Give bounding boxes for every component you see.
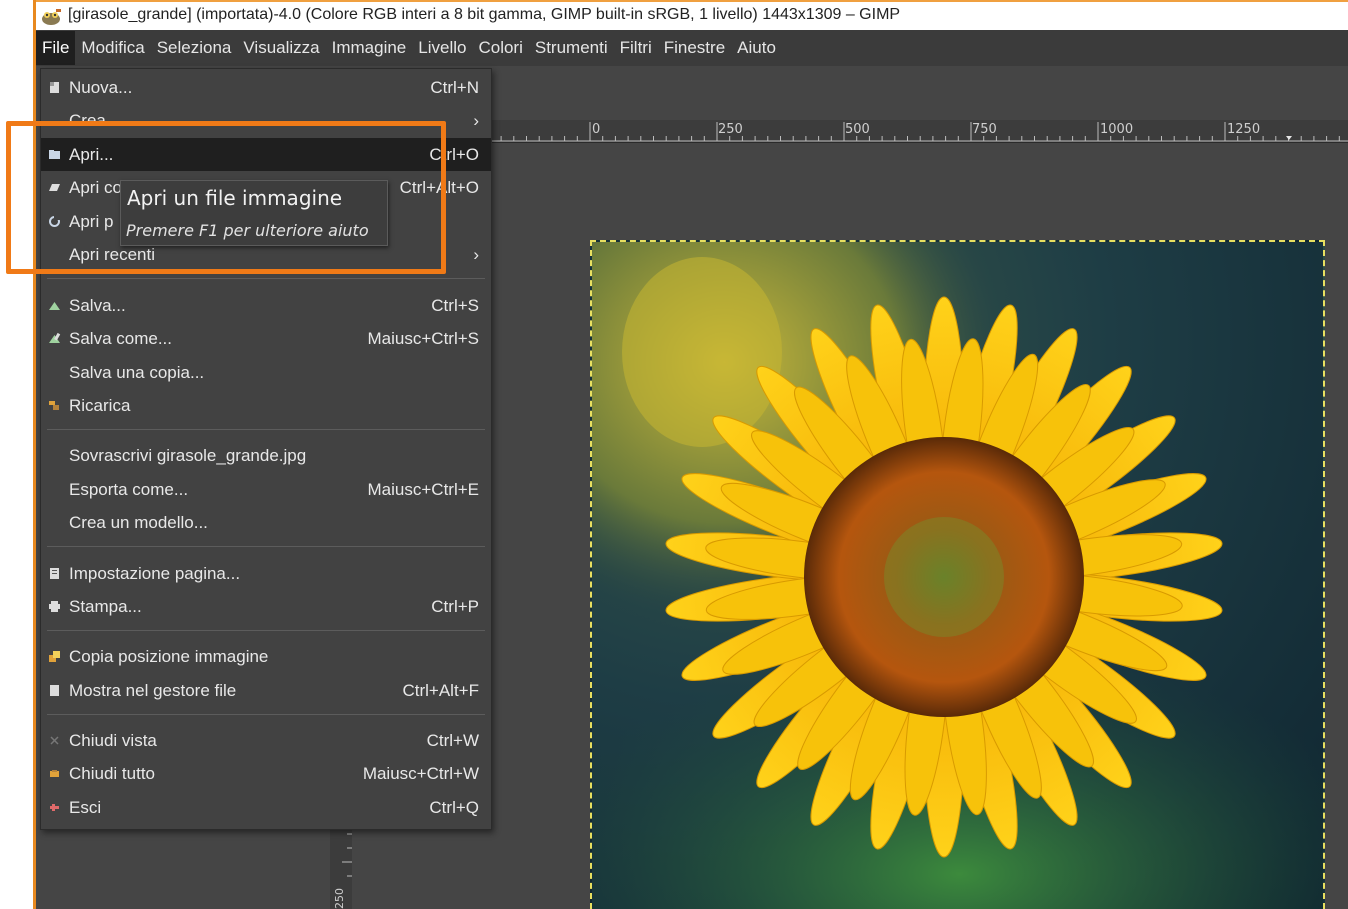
menu-item-shortcut: Maiusc+Ctrl+E: [367, 480, 479, 499]
menu-separator: [47, 714, 485, 715]
menu-item-shortcut: Maiusc+Ctrl+W: [362, 764, 479, 783]
menu-separator: [47, 630, 485, 631]
menu-item-copia-posizione[interactable]: Copia posizione immagine: [41, 640, 491, 673]
title-bar: [girasole_grande] (importata)-4.0 (Color…: [36, 0, 1348, 30]
menu-aiuto[interactable]: Aiuto: [731, 31, 782, 65]
vruler-label: 1250: [333, 888, 346, 909]
menu-colori[interactable]: Colori: [472, 31, 528, 65]
save-icon: [49, 302, 60, 310]
copy-location-icon: [49, 651, 60, 662]
ruler-label-750: 750: [972, 122, 997, 137]
gimp-wilber-icon: [42, 9, 61, 25]
menu-item-label: Chiudi vista: [69, 731, 157, 750]
menu-item-label: Salva una copia...: [69, 363, 205, 382]
revert-icon: [49, 401, 59, 410]
page-setup-icon: [50, 568, 59, 579]
menu-item-label: Crea un modello...: [69, 513, 208, 532]
ruler-pointer-icon: [1286, 136, 1292, 140]
menu-strumenti[interactable]: Strumenti: [529, 31, 614, 65]
menu-item-ricarica[interactable]: Ricarica: [41, 389, 491, 422]
menu-item-label: Esci: [69, 798, 102, 817]
new-image-icon: [50, 82, 59, 93]
ruler-label-250: 250: [718, 122, 743, 137]
menu-item-salva[interactable]: Salva... Ctrl+S: [41, 289, 491, 322]
menu-item-label: Nuova...: [69, 78, 133, 97]
menu-item-salva-come[interactable]: Salva come... Maiusc+Ctrl+S: [41, 322, 491, 355]
horizontal-ruler[interactable]: 0 250 500 750 1000 1250: [490, 120, 1348, 143]
menu-item-impostazione-pagina[interactable]: Impostazione pagina...: [41, 557, 491, 590]
close-view-icon: [50, 736, 59, 745]
menu-item-label: Stampa...: [69, 597, 142, 616]
menu-item-chiudi-tutto[interactable]: Chiudi tutto Maiusc+Ctrl+W: [41, 757, 491, 790]
menu-separator: [47, 278, 485, 279]
menu-item-stampa[interactable]: Stampa... Ctrl+P: [41, 590, 491, 623]
menu-item-shortcut: Ctrl+Alt+F: [402, 681, 479, 700]
menu-item-salva-copia[interactable]: Salva una copia...: [41, 356, 491, 389]
vertical-ruler[interactable]: 1250: [330, 826, 352, 909]
menu-item-crea-modello[interactable]: Crea un modello...: [41, 506, 491, 539]
menu-item-shortcut: Ctrl+S: [431, 296, 479, 315]
menu-item-sovrascrivi[interactable]: Sovrascrivi girasole_grande.jpg: [41, 439, 491, 472]
menu-item-label: Salva...: [69, 296, 126, 315]
menu-seleziona[interactable]: Seleziona: [151, 31, 238, 65]
gimp-window: [girasole_grande] (importata)-4.0 (Color…: [0, 0, 1348, 909]
annotation-highlight-box: [6, 121, 446, 274]
save-as-icon: [49, 332, 61, 343]
close-all-icon: [50, 770, 59, 777]
menu-item-label: Chiudi tutto: [69, 764, 155, 783]
menu-modifica[interactable]: Modifica: [75, 31, 150, 65]
menu-item-label: Esporta come...: [69, 480, 189, 499]
menu-item-label: Sovrascrivi girasole_grande.jpg: [69, 446, 307, 465]
menu-item-label: Salva come...: [69, 329, 172, 348]
menu-item-shortcut: Ctrl+P: [431, 597, 479, 616]
menu-separator: [47, 429, 485, 430]
print-icon: [49, 601, 60, 612]
menu-bar: File Modifica Seleziona Visualizza Immag…: [36, 30, 1348, 66]
file-manager-icon: [50, 685, 59, 696]
menu-file[interactable]: File: [36, 31, 76, 65]
quit-icon: [50, 804, 59, 811]
submenu-arrow-icon: ›: [473, 245, 479, 264]
menu-item-label: Ricarica: [69, 396, 131, 415]
ruler-ticks: [490, 122, 1348, 142]
image-canvas[interactable]: [590, 240, 1325, 909]
ruler-label-0: 0: [592, 122, 601, 137]
menu-livello[interactable]: Livello: [412, 31, 472, 65]
menu-item-nuova[interactable]: Nuova... Ctrl+N: [41, 71, 491, 104]
ruler-label-1000: 1000: [1100, 122, 1134, 137]
menu-item-mostra-gestore-file[interactable]: Mostra nel gestore file Ctrl+Alt+F: [41, 674, 491, 707]
menu-item-label: Mostra nel gestore file: [69, 681, 237, 700]
submenu-arrow-icon: ›: [473, 111, 479, 130]
menu-item-shortcut: Ctrl+W: [426, 731, 479, 750]
ruler-label-1250: 1250: [1227, 122, 1261, 137]
menu-item-shortcut: Ctrl+Q: [429, 798, 479, 817]
menu-visualizza[interactable]: Visualizza: [237, 31, 325, 65]
menu-item-label: Impostazione pagina...: [69, 564, 241, 583]
menu-item-chiudi-vista[interactable]: Chiudi vista Ctrl+W: [41, 724, 491, 757]
menu-finestre[interactable]: Finestre: [658, 31, 731, 65]
menu-item-shortcut: Maiusc+Ctrl+S: [367, 329, 479, 348]
menu-item-esporta-come[interactable]: Esporta come... Maiusc+Ctrl+E: [41, 473, 491, 506]
menu-filtri[interactable]: Filtri: [614, 31, 658, 65]
menu-item-shortcut: Ctrl+N: [430, 78, 479, 97]
window-title: [girasole_grande] (importata)-4.0 (Color…: [68, 6, 901, 23]
menu-item-label: Copia posizione immagine: [69, 647, 269, 666]
ruler-label-500: 500: [845, 122, 870, 137]
menu-item-esci[interactable]: Esci Ctrl+Q: [41, 791, 491, 824]
menu-separator: [47, 546, 485, 547]
sunflower-image: [592, 242, 1323, 909]
menu-immagine[interactable]: Immagine: [326, 31, 413, 65]
